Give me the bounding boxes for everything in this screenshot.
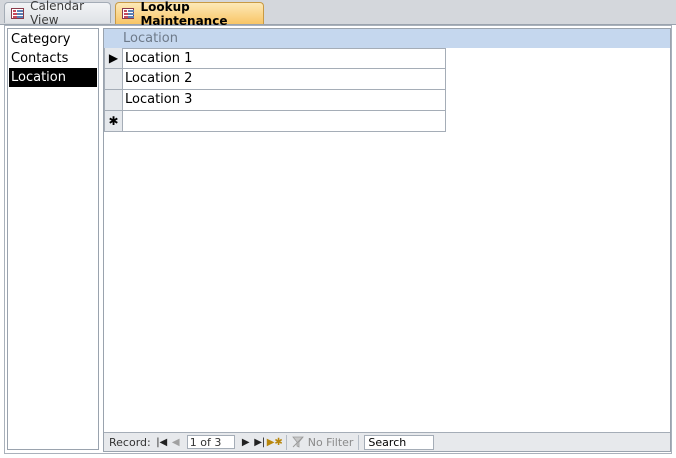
new-record-nav-icon[interactable]: ▶✱ xyxy=(267,437,283,448)
form-icon xyxy=(122,8,135,19)
record-label: Record: xyxy=(109,435,151,449)
new-record-icon[interactable]: ✱ xyxy=(104,111,123,132)
location-datasheet: Location ▶ Location 1 Location 2 Locatio… xyxy=(103,28,671,452)
lookup-list[interactable]: Category Contacts Location xyxy=(7,28,99,450)
table-cell[interactable]: Location 1 xyxy=(122,48,446,69)
current-record-indicator-icon[interactable]: ▶ xyxy=(104,48,123,69)
new-record-cell[interactable] xyxy=(122,111,446,132)
tab-calendar-view[interactable]: Calendar View xyxy=(4,0,111,27)
tab-lookup-maintenance[interactable]: Lookup Maintenance xyxy=(115,0,264,28)
table-cell[interactable]: Location 3 xyxy=(122,90,446,111)
last-record-icon[interactable]: ▶| xyxy=(253,437,267,448)
filter-icon xyxy=(291,436,304,448)
list-item-contacts[interactable]: Contacts xyxy=(9,49,97,68)
separator xyxy=(285,434,287,450)
tab-label: Calendar View xyxy=(30,0,85,27)
next-record-icon[interactable]: ▶ xyxy=(239,437,253,448)
table-cell[interactable]: Location 2 xyxy=(122,69,446,90)
record-selector[interactable] xyxy=(104,90,123,111)
first-record-icon[interactable]: |◀ xyxy=(155,437,169,448)
search-input[interactable]: Search xyxy=(364,434,435,450)
tab-label: Lookup Maintenance xyxy=(140,0,228,28)
document-tab-strip: Calendar View Lookup Maintenance xyxy=(0,0,676,28)
list-item-location[interactable]: Location xyxy=(9,68,97,87)
column-header-location[interactable]: Location xyxy=(104,29,670,48)
current-record-field[interactable]: 1 of 3 xyxy=(186,435,235,449)
record-navigation-bar: Record: |◀ ◀ 1 of 3 ▶ ▶| ▶✱ No Filter Se… xyxy=(104,432,670,451)
separator xyxy=(358,434,360,450)
list-item-category[interactable]: Category xyxy=(9,30,97,49)
filter-toggle[interactable]: No Filter xyxy=(291,435,354,449)
form-icon xyxy=(11,7,25,19)
filter-label: No Filter xyxy=(307,435,354,449)
previous-record-icon[interactable]: ◀ xyxy=(169,437,183,448)
record-selector[interactable] xyxy=(104,69,123,90)
